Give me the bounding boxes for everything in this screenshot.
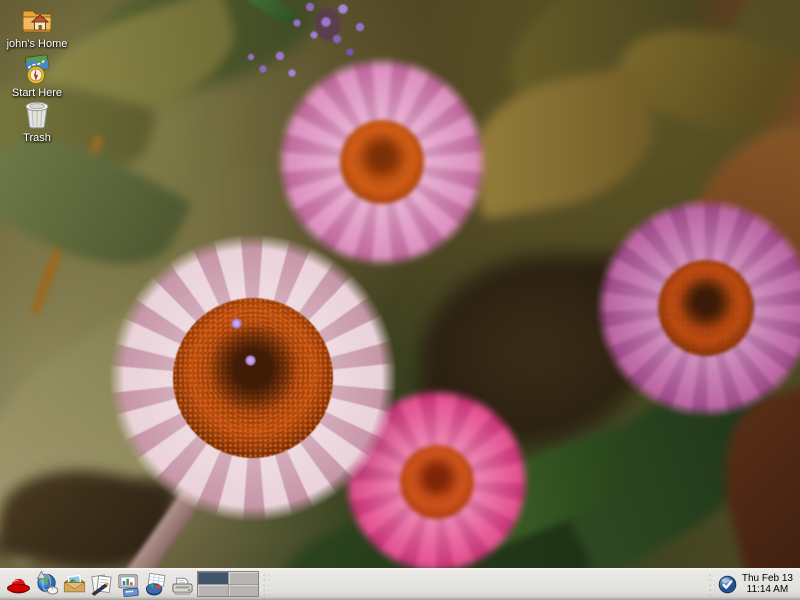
flower-disc — [340, 120, 424, 204]
word-processor-icon — [89, 572, 114, 597]
bottom-panel: Thu Feb 13 11:14 AM — [0, 568, 800, 600]
trash-icon — [20, 97, 54, 131]
spreadsheet-launcher[interactable] — [142, 569, 169, 599]
presentation-launcher[interactable] — [115, 569, 142, 599]
update-notification-button[interactable] — [717, 571, 739, 597]
workspace-1[interactable] — [198, 572, 228, 584]
menu-arrow-icon — [36, 570, 47, 580]
clock[interactable]: Thu Feb 13 11:14 AM — [739, 573, 798, 595]
desktop-icon-start-here[interactable]: Start Here — [4, 52, 70, 99]
verbena-floret — [231, 318, 242, 329]
clock-time: 11:14 AM — [742, 584, 793, 595]
printer-icon — [170, 572, 195, 597]
email-icon — [62, 572, 87, 597]
presentation-icon — [116, 572, 141, 597]
desktop-icon-trash[interactable]: Trash — [4, 97, 70, 144]
word-processor-launcher[interactable] — [88, 569, 115, 599]
email-launcher[interactable] — [61, 569, 88, 599]
panel-drag-handle[interactable] — [707, 572, 715, 596]
clock-date: Thu Feb 13 — [742, 573, 793, 584]
desktop: john's Home Start Here Trash — [0, 0, 800, 600]
spreadsheet-icon — [143, 572, 168, 597]
flower-disc — [400, 445, 474, 519]
home-folder-icon — [20, 3, 54, 37]
workspace-3[interactable] — [198, 585, 228, 597]
panel-drag-handle[interactable] — [261, 572, 269, 596]
coneflower-large — [103, 228, 403, 528]
workspace-2[interactable] — [229, 572, 259, 584]
desktop-icon-label: Trash — [4, 132, 70, 144]
red-hat-menu-icon — [5, 571, 32, 598]
main-menu-button[interactable] — [2, 569, 34, 599]
start-here-icon — [20, 52, 54, 86]
update-check-icon — [718, 575, 737, 594]
coneflower-right — [591, 193, 800, 423]
verbena-floret — [245, 355, 256, 366]
flower-disc — [658, 260, 754, 356]
desktop-icon-home[interactable]: john's Home — [4, 3, 70, 50]
desktop-icon-label: john's Home — [4, 38, 70, 50]
workspace-switcher — [197, 571, 259, 597]
flower-disc — [173, 298, 333, 458]
workspace-4[interactable] — [229, 585, 259, 597]
wallpaper-photo — [0, 0, 800, 568]
print-manager-launcher[interactable] — [169, 569, 196, 599]
verbena-flowers — [240, 0, 410, 104]
